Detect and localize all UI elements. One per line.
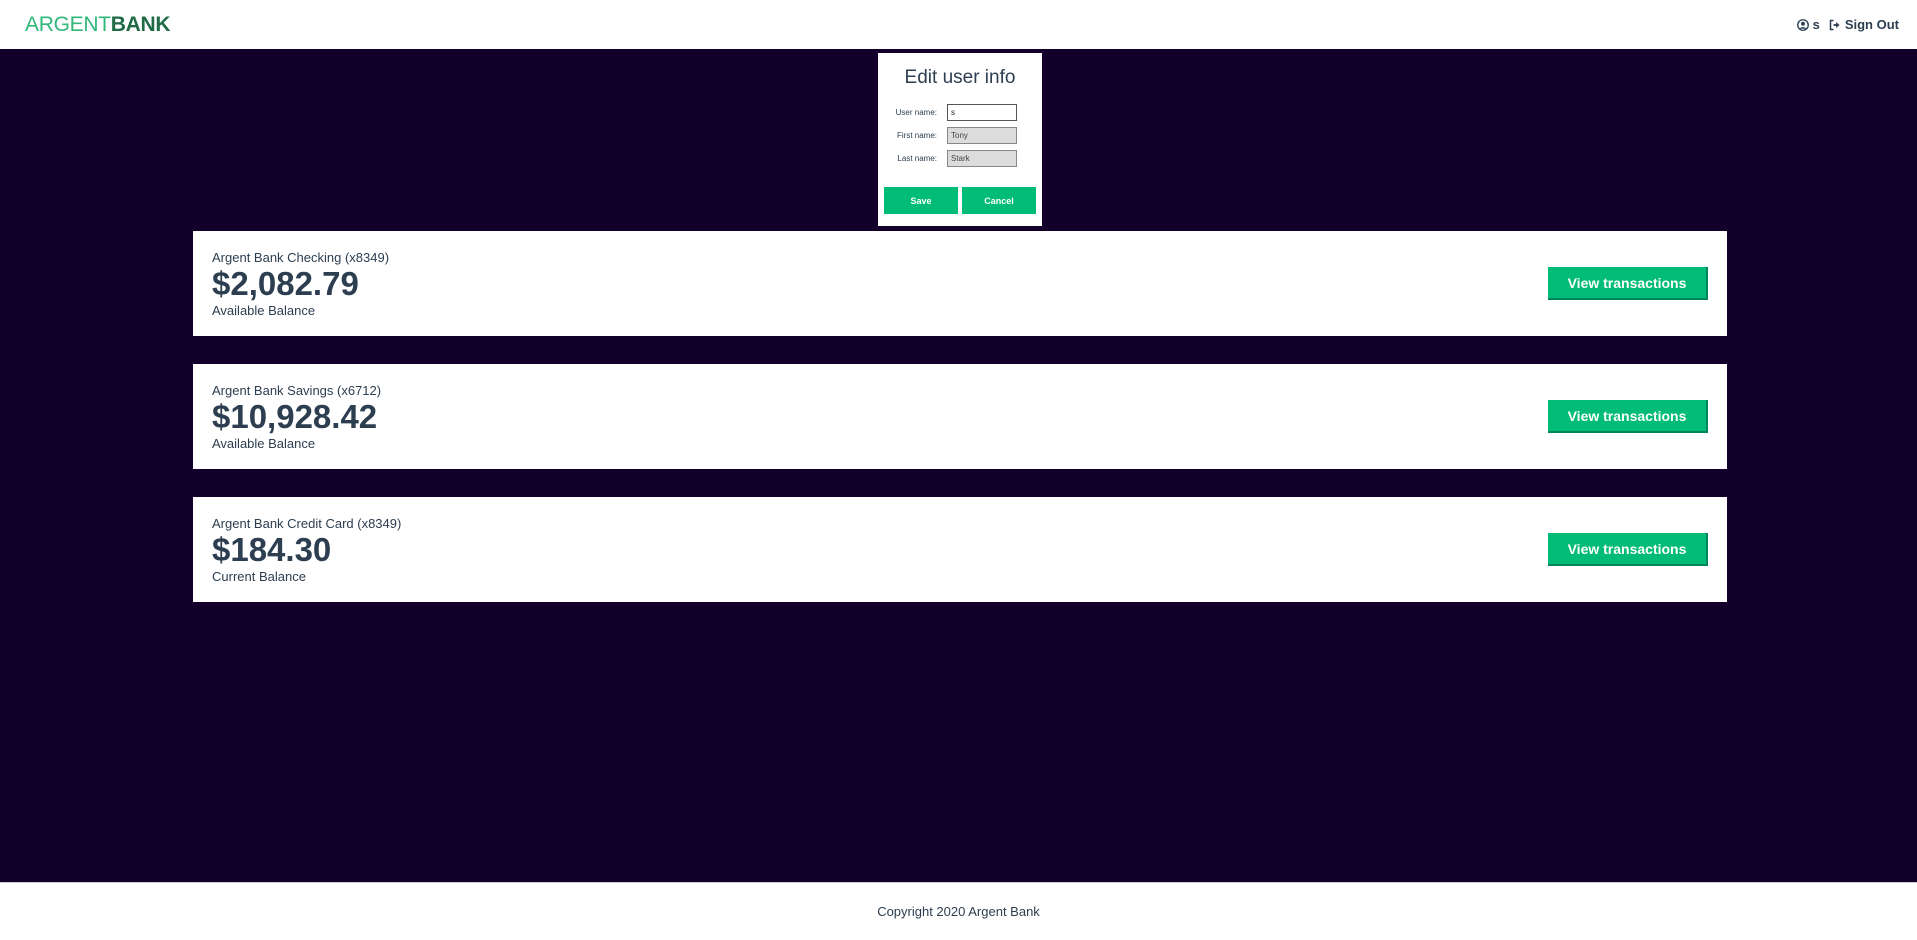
account-title: Argent Bank Credit Card (x8349) bbox=[212, 515, 402, 531]
save-button[interactable]: Save bbox=[884, 187, 958, 214]
username-label: User name: bbox=[895, 108, 937, 117]
edit-user-info-panel: Edit user info User name: First name: La… bbox=[878, 53, 1042, 226]
edit-form-actions: Save Cancel bbox=[878, 187, 1042, 214]
lastname-input bbox=[947, 150, 1017, 167]
firstname-label: First name: bbox=[896, 131, 937, 140]
account-card-checking: Argent Bank Checking (x8349) $2,082.79 A… bbox=[193, 231, 1727, 336]
account-title: Argent Bank Savings (x6712) bbox=[212, 382, 382, 398]
lastname-label: Last name: bbox=[897, 154, 937, 163]
account-card-credit: Argent Bank Credit Card (x8349) $184.30 … bbox=[193, 497, 1727, 602]
account-amount: $2,082.79 bbox=[212, 264, 359, 302]
account-amount: $10,928.42 bbox=[212, 397, 378, 435]
edit-user-info-title: Edit user info bbox=[904, 67, 1016, 88]
user-circle-icon bbox=[1796, 18, 1809, 31]
top-navigation: ARGENT BANK s Sign Out bbox=[0, 0, 1917, 49]
user-nav: s Sign Out bbox=[1788, 17, 1899, 32]
account-amount-description: Current Balance bbox=[212, 568, 306, 584]
username-input[interactable] bbox=[947, 104, 1017, 121]
page-footer: Copyright 2020 Argent Bank bbox=[0, 882, 1917, 940]
cancel-button[interactable]: Cancel bbox=[962, 187, 1036, 214]
username-row: User name: bbox=[878, 103, 1042, 122]
main-content: Edit user info User name: First name: La… bbox=[0, 49, 1917, 882]
logo-text-bank: BANK bbox=[110, 12, 171, 36]
account-amount: $184.30 bbox=[212, 530, 332, 568]
argent-bank-logo[interactable]: ARGENT BANK bbox=[25, 13, 170, 37]
account-amount-description: Available Balance bbox=[212, 435, 316, 451]
sign-out-icon bbox=[1829, 19, 1840, 30]
account-info: Argent Bank Credit Card (x8349) $184.30 … bbox=[212, 516, 401, 584]
account-info: Argent Bank Checking (x8349) $2,082.79 A… bbox=[212, 250, 389, 318]
firstname-input bbox=[947, 127, 1017, 144]
user-name-label: s bbox=[1812, 17, 1820, 32]
account-title: Argent Bank Checking (x8349) bbox=[212, 249, 390, 265]
user-profile-link[interactable]: s bbox=[1796, 17, 1820, 32]
account-info: Argent Bank Savings (x6712) $10,928.42 A… bbox=[212, 383, 381, 451]
account-amount-description: Available Balance bbox=[212, 302, 316, 318]
account-card-savings: Argent Bank Savings (x6712) $10,928.42 A… bbox=[193, 364, 1727, 469]
view-transactions-button[interactable]: View transactions bbox=[1548, 400, 1708, 433]
view-transactions-button[interactable]: View transactions bbox=[1548, 533, 1708, 566]
sign-out-label: Sign Out bbox=[1844, 17, 1899, 32]
lastname-row: Last name: bbox=[878, 149, 1042, 168]
view-transactions-button[interactable]: View transactions bbox=[1548, 267, 1708, 300]
sign-out-link[interactable]: Sign Out bbox=[1829, 17, 1899, 32]
logo-text-argent: ARGENT bbox=[25, 12, 111, 36]
firstname-row: First name: bbox=[878, 126, 1042, 145]
copyright-text: Copyright 2020 Argent Bank bbox=[877, 904, 1040, 919]
